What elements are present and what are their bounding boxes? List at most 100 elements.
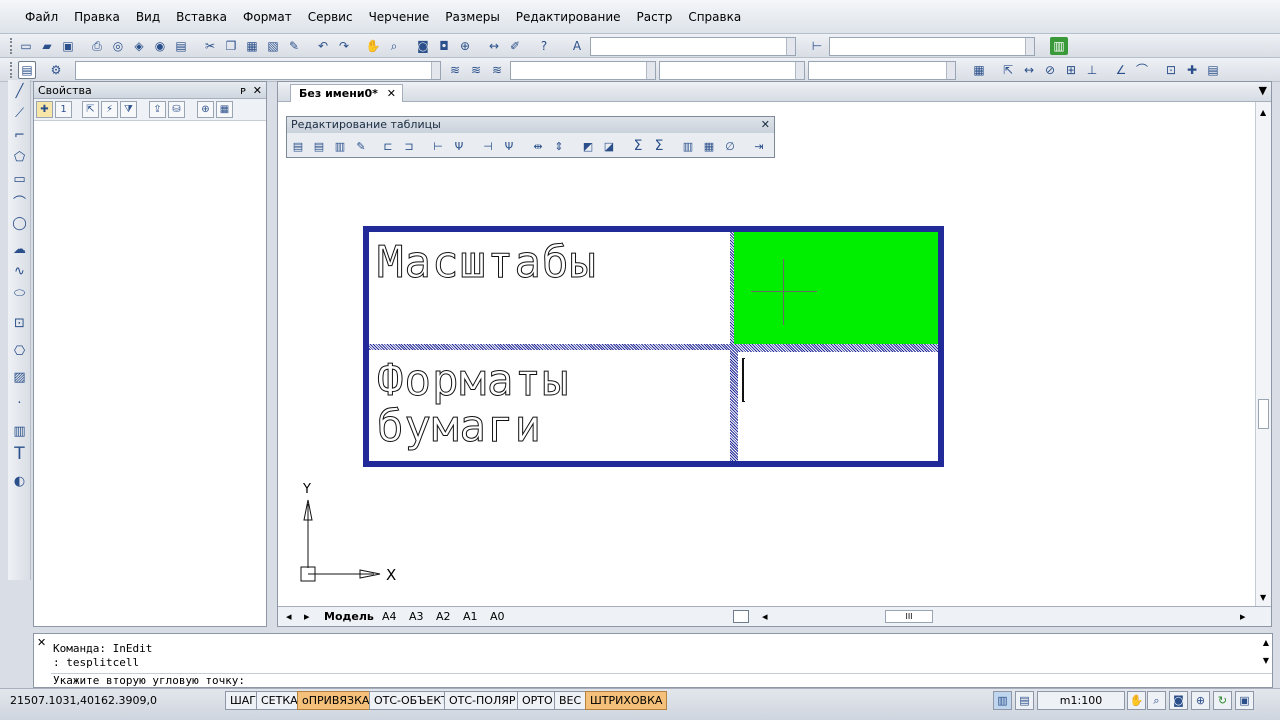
zoom-extents-icon[interactable]: ◘: [435, 37, 453, 55]
ortho-toggle[interactable]: ОРТО: [517, 691, 558, 710]
plot-icon[interactable]: ◉: [151, 37, 169, 55]
print-icon[interactable]: ⎙: [88, 37, 106, 55]
baseline-dim-icon[interactable]: ⊞: [1062, 61, 1080, 79]
color-control-icon[interactable]: ≋: [446, 61, 464, 79]
batch-plot-icon[interactable]: ▤: [172, 37, 190, 55]
table-cell[interactable]: Масштабы: [369, 232, 730, 344]
export-icon[interactable]: ⇪: [149, 101, 166, 118]
horizontal-scroll-thumb[interactable]: III: [885, 610, 933, 623]
scroll-up-icon[interactable]: ▲: [1260, 108, 1266, 117]
grid-view-icon[interactable]: ▦: [216, 101, 233, 118]
pin-icon[interactable]: ᴘ: [240, 82, 246, 99]
arc-dim-icon[interactable]: ⌒: [1133, 61, 1151, 79]
zoom-window-icon[interactable]: ◙: [414, 37, 432, 55]
close-icon[interactable]: ✕: [37, 636, 46, 649]
tab-a1[interactable]: A1: [463, 609, 478, 625]
scroll-down-icon[interactable]: ▼: [1260, 593, 1266, 602]
align-center-icon[interactable]: Ψ: [500, 137, 518, 155]
vertical-scrollbar[interactable]: ▲ ▼: [1255, 102, 1271, 608]
dim-style-combo[interactable]: [829, 37, 1035, 56]
toggle-pickadd-icon[interactable]: ✚: [36, 101, 53, 118]
copy-icon[interactable]: ❐: [222, 37, 240, 55]
no-dim-icon[interactable]: ⊘: [1041, 61, 1059, 79]
text-style-icon[interactable]: A: [568, 37, 586, 55]
document-tab[interactable]: Без имени0* ✕: [290, 84, 403, 102]
help-icon[interactable]: ?: [535, 37, 553, 55]
split-cell-icon[interactable]: ⊢: [429, 137, 447, 155]
ellipse-icon[interactable]: ⬭: [10, 284, 29, 303]
rectangle-icon[interactable]: ▭: [10, 170, 29, 189]
table-edit-toolbar-title[interactable]: Редактирование таблицы ✕: [287, 117, 774, 133]
chevron-down-icon[interactable]: ▼: [1259, 84, 1267, 97]
table-cell[interactable]: [738, 352, 938, 461]
insert-block-icon[interactable]: ⊡: [10, 314, 29, 333]
menu-draw[interactable]: Черчение: [361, 0, 438, 34]
pan-icon[interactable]: ✋: [1127, 691, 1146, 710]
insert-column-right-icon[interactable]: ⊐: [400, 137, 418, 155]
gradient-icon[interactable]: ◐: [10, 472, 29, 491]
zoom-window-icon[interactable]: ◙: [1169, 691, 1188, 710]
properties-icon[interactable]: ▦: [970, 61, 988, 79]
linetype-icon[interactable]: ≋: [467, 61, 485, 79]
menu-file[interactable]: Файл: [17, 0, 66, 34]
tab-a4[interactable]: A4: [382, 609, 397, 625]
angular-dim-icon[interactable]: ∠: [1112, 61, 1130, 79]
layout-space-icon[interactable]: ▤: [1015, 691, 1034, 710]
construction-line-icon[interactable]: ⟋: [10, 104, 29, 123]
insert-column-left-icon[interactable]: ⊏: [379, 137, 397, 155]
menu-raster[interactable]: Растр: [629, 0, 681, 34]
scale-selector[interactable]: m1:100: [1037, 691, 1125, 710]
insert-row-above-icon[interactable]: ▤: [289, 137, 307, 155]
merge-cells-icon[interactable]: Ψ: [450, 137, 468, 155]
undo-icon[interactable]: ↶: [314, 37, 332, 55]
layout-icon[interactable]: [733, 610, 749, 623]
hatch-toggle[interactable]: ШТРИХОВКА: [585, 691, 668, 710]
polyline-icon[interactable]: ⌐: [10, 126, 29, 145]
point-icon[interactable]: ·: [10, 394, 29, 413]
publish-icon[interactable]: ◈: [130, 37, 148, 55]
hscroll-right-icon[interactable]: ▸: [1240, 609, 1246, 625]
menu-format[interactable]: Формат: [235, 0, 300, 34]
make-block-icon[interactable]: ⎔: [10, 342, 29, 361]
new-file-icon[interactable]: ▭: [17, 37, 35, 55]
menu-edit[interactable]: Правка: [66, 0, 128, 34]
tab-model[interactable]: Модель: [324, 609, 374, 625]
match-properties-icon[interactable]: ✎: [285, 37, 303, 55]
zoom-previous-icon[interactable]: ⊕: [456, 37, 474, 55]
select-icon[interactable]: ⇱: [999, 61, 1017, 79]
dim-edit-icon[interactable]: ▤: [1204, 61, 1222, 79]
paste-special-icon[interactable]: ▧: [264, 37, 282, 55]
regen-icon[interactable]: ↻: [1213, 691, 1232, 710]
cell-properties-icon[interactable]: ✎: [352, 137, 370, 155]
insert-field-icon[interactable]: ▦: [700, 137, 718, 155]
menu-service[interactable]: Сервис: [300, 0, 361, 34]
cut-icon[interactable]: ✂: [201, 37, 219, 55]
continue-dim-icon[interactable]: ⊥: [1083, 61, 1101, 79]
open-file-icon[interactable]: ▰: [38, 37, 56, 55]
table-cell-selected[interactable]: [734, 232, 938, 344]
lineweight-toggle[interactable]: ВЕС: [554, 691, 587, 710]
tab-a2[interactable]: A2: [436, 609, 451, 625]
formula-icon[interactable]: Σ: [650, 137, 668, 155]
preview-icon[interactable]: ◎: [109, 37, 127, 55]
distance-icon[interactable]: ↔: [485, 37, 503, 55]
cell-style-icon[interactable]: ◩: [579, 137, 597, 155]
toolbar-grip[interactable]: [10, 38, 14, 54]
tab-scroll-left-icon[interactable]: ◂: [286, 609, 292, 625]
text-icon[interactable]: T: [10, 444, 29, 464]
clear-icon[interactable]: ∅: [721, 137, 739, 155]
table-cell[interactable]: Форматы бумаги: [369, 350, 730, 461]
scroll-down-icon[interactable]: ▼: [1263, 656, 1269, 665]
border-style-icon[interactable]: ◪: [600, 137, 618, 155]
distribute-icon[interactable]: ⇕: [550, 137, 568, 155]
linear-dim-icon[interactable]: ↔: [1020, 61, 1038, 79]
insert-row-below-icon[interactable]: ▤: [310, 137, 328, 155]
menu-insert[interactable]: Вставка: [168, 0, 235, 34]
lock-icon[interactable]: ⛁: [168, 101, 185, 118]
zoom-object-icon[interactable]: ⊕: [197, 101, 214, 118]
line-icon[interactable]: ╱: [10, 82, 29, 101]
menu-view[interactable]: Вид: [128, 0, 168, 34]
dim-style-icon[interactable]: ⊢: [808, 37, 826, 55]
unmerge-icon[interactable]: ⇹: [529, 137, 547, 155]
insert-block-icon[interactable]: ▥: [679, 137, 697, 155]
